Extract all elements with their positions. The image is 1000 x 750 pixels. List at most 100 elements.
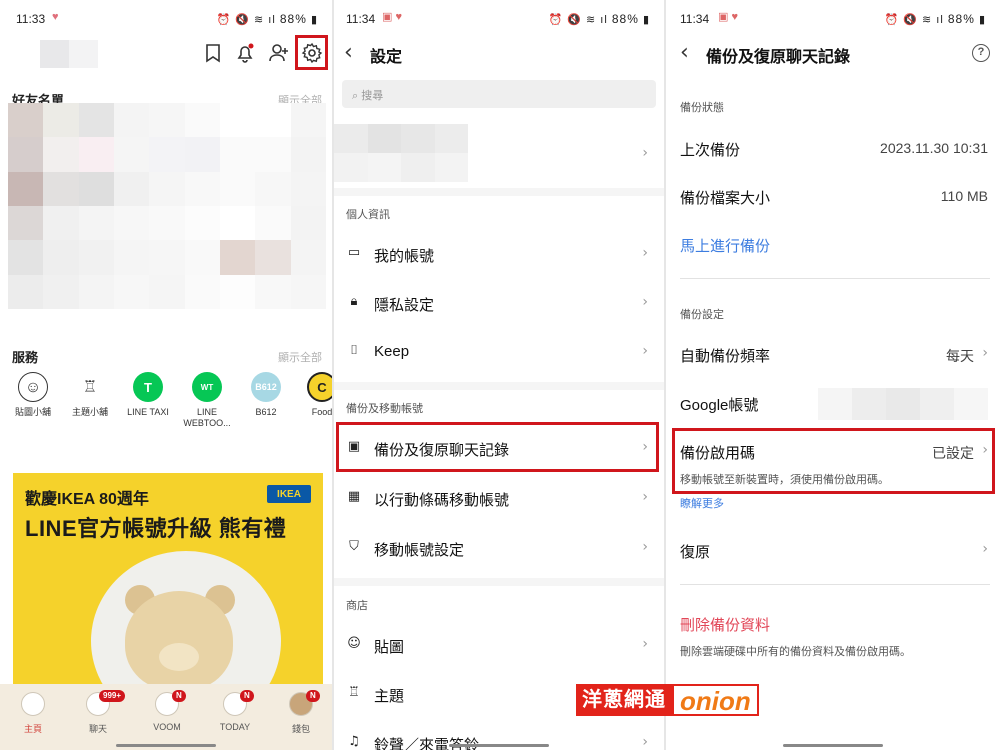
status-bar: 11:34 ▣ ♥ ⏰ 🔇 ≋ ıl 88% ▮ <box>666 0 1000 38</box>
restore-label[interactable]: 復原 <box>680 541 710 562</box>
banner-headline: 歡慶IKEA 80週年 <box>25 491 149 508</box>
id-card-icon: ▭ <box>347 245 361 260</box>
qr-code-icon: ▦ <box>347 489 361 504</box>
heart-icon: ♥ <box>52 11 59 23</box>
status-bar: 11:34 ▣ ♥ ⏰ 🔇 ≋ ıl 88% ▮ <box>334 0 664 38</box>
brush-icon: ♖ <box>348 685 360 700</box>
service-line-webtoon[interactable]: WT LINE WEBTOO... <box>177 372 237 429</box>
status-icons: ⏰ 🔇 ≋ ıl 88% ▮ <box>548 12 650 26</box>
search-input[interactable]: ⌕ 搜尋 <box>342 80 656 108</box>
shield-check-icon: ⛉ <box>349 539 359 554</box>
back-arrow-icon[interactable]: ‹ <box>680 40 689 65</box>
add-friend-icon[interactable] <box>268 42 290 64</box>
friends-list-blurred[interactable] <box>8 103 326 309</box>
services-see-all[interactable]: 顯示全部 <box>278 349 322 365</box>
chevron-right-icon: › <box>982 442 988 458</box>
file-size-value: 110 MB <box>940 188 988 204</box>
help-icon[interactable]: ? <box>972 44 990 62</box>
row-stickers[interactable]: ☺ 貼圖 › <box>334 621 664 667</box>
google-account-label[interactable]: Google帳號 <box>680 394 758 415</box>
backup-settings-group: 備份設定 <box>680 309 724 321</box>
service-food[interactable]: C Food <box>292 372 332 418</box>
tab-voom[interactable]: N VOOM <box>142 690 192 732</box>
status-icons: ⏰ 🔇 ≋ ıl 88% ▮ <box>884 12 986 26</box>
row-privacy[interactable]: 🔒︎ 隱私設定 › <box>334 279 664 325</box>
backup-pin-value[interactable]: 已設定 <box>932 443 974 463</box>
chevron-right-icon: › <box>642 636 648 652</box>
settings-highlight-box <box>295 35 328 70</box>
backup-pin-label[interactable]: 備份啟用碼 <box>680 442 755 463</box>
banner-subheadline: LINE官方帳號升級 熊有禮 <box>25 516 287 541</box>
chat-icon: 999+ <box>86 690 126 716</box>
tab-today[interactable]: N TODAY <box>210 690 260 732</box>
service-theme-shop[interactable]: ♖ 主題小舖 <box>60 372 120 418</box>
bookmark-icon[interactable] <box>202 42 224 64</box>
photo-icon: ▣ ♥ <box>382 11 402 23</box>
last-backup-value: 2023.11.30 10:31 <box>880 140 988 156</box>
service-sticker-shop[interactable]: ☺ 貼圖小舖 <box>3 372 63 418</box>
page-title: 備份及復原聊天記錄 <box>706 49 851 66</box>
today-icon: N <box>223 690 254 716</box>
chevron-right-icon: › <box>642 734 648 750</box>
bell-icon[interactable] <box>234 42 256 64</box>
webtoon-icon: WT <box>192 372 222 402</box>
backup-status-group: 備份狀態 <box>680 102 724 114</box>
gesture-bar[interactable] <box>783 744 883 747</box>
line-home-screen: 11:33 ♥ ⏰ 🔇 ≋ ıl 88% ▮ 好友名單 顯示全部 服務 顯示全部… <box>0 0 332 750</box>
photo-icon: ▣ ♥ <box>718 11 738 23</box>
gesture-bar[interactable] <box>116 744 216 747</box>
service-line-taxi[interactable]: T LINE TAXI <box>118 372 178 418</box>
google-account-blurred <box>818 388 988 420</box>
bear-illustration <box>125 591 233 688</box>
brush-icon: ♖ <box>82 378 98 396</box>
backup-now-link[interactable]: 馬上進行備份 <box>680 235 770 256</box>
ikea-logo: IKEA <box>267 485 311 503</box>
auto-backup-frequency-label[interactable]: 自動備份頻率 <box>680 345 770 366</box>
b612-icon: B612 <box>251 372 281 402</box>
group-personal: 個人資訊 <box>346 209 390 221</box>
delete-backup-description: 刪除雲端硬碟中所有的備份資料及備份啟用碼。 <box>680 646 911 658</box>
status-time: 11:34 <box>680 12 710 26</box>
gesture-bar[interactable] <box>449 744 549 747</box>
learn-more-link[interactable]: 瞭解更多 <box>680 495 724 511</box>
row-qr-transfer[interactable]: ▦ 以行動條碼移動帳號 › <box>334 474 664 520</box>
page-title: 設定 <box>370 49 403 66</box>
services-row: ☺ 貼圖小舖 ♖ 主題小舖 T LINE TAXI WT LINE WEBTOO… <box>0 372 332 442</box>
chevron-right-icon: › <box>642 343 648 359</box>
status-time: 11:34 <box>346 12 376 26</box>
voom-icon: N <box>155 690 186 716</box>
onion-watermark-logo: 洋蔥網通 onion <box>576 684 759 716</box>
chevron-right-icon: › <box>642 145 648 161</box>
wallet-icon: N <box>289 690 320 716</box>
chevron-right-icon: › <box>642 539 648 555</box>
bookmark-icon: ⌷ <box>350 343 358 358</box>
tab-chats[interactable]: 999+ 聊天 <box>73 690 126 735</box>
status-icons: ⏰ 🔇 ≋ ıl 88% ▮ <box>216 12 318 26</box>
profile-card-blurred[interactable] <box>334 124 468 182</box>
row-my-account[interactable]: ▭ 我的帳號 › <box>334 230 664 276</box>
food-icon: C <box>307 372 332 402</box>
row-transfer-settings[interactable]: ⛉ 移動帳號設定 › <box>334 524 664 570</box>
chevron-right-icon: › <box>642 245 648 261</box>
chevron-right-icon: › <box>982 541 988 557</box>
group-store: 商店 <box>346 600 368 612</box>
tab-wallet[interactable]: N 錢包 <box>276 690 326 735</box>
backup-highlight-box <box>336 422 659 472</box>
file-size-label: 備份檔案大小 <box>680 190 771 207</box>
back-arrow-icon[interactable]: ‹ <box>344 40 353 65</box>
music-icon: ♫ <box>348 734 360 749</box>
ikea-promo-banner[interactable]: 歡慶IKEA 80週年 LINE官方帳號升級 熊有禮 IKEA <box>13 473 323 688</box>
row-keep[interactable]: ⌷ Keep › <box>334 328 664 374</box>
delete-backup-link[interactable]: 刪除備份資料 <box>680 614 770 635</box>
bottom-tab-bar: 主頁 999+ 聊天 N VOOM N TODAY N 錢包 <box>0 684 332 750</box>
group-backup: 備份及移動帳號 <box>346 403 423 415</box>
profile-avatar[interactable] <box>40 40 98 68</box>
chevron-right-icon: › <box>642 489 648 505</box>
auto-backup-frequency-value[interactable]: 每天 <box>946 346 974 366</box>
service-b612[interactable]: B612 B612 <box>236 372 296 418</box>
smiley-icon: ☺ <box>18 372 48 402</box>
lock-icon: 🔒︎ <box>350 294 358 309</box>
backup-pin-description: 移動帳號至新裝置時，須使用備份啟用碼。 <box>680 474 889 486</box>
tab-home[interactable]: 主頁 <box>8 692 58 735</box>
search-icon: ⌕ <box>352 90 362 102</box>
